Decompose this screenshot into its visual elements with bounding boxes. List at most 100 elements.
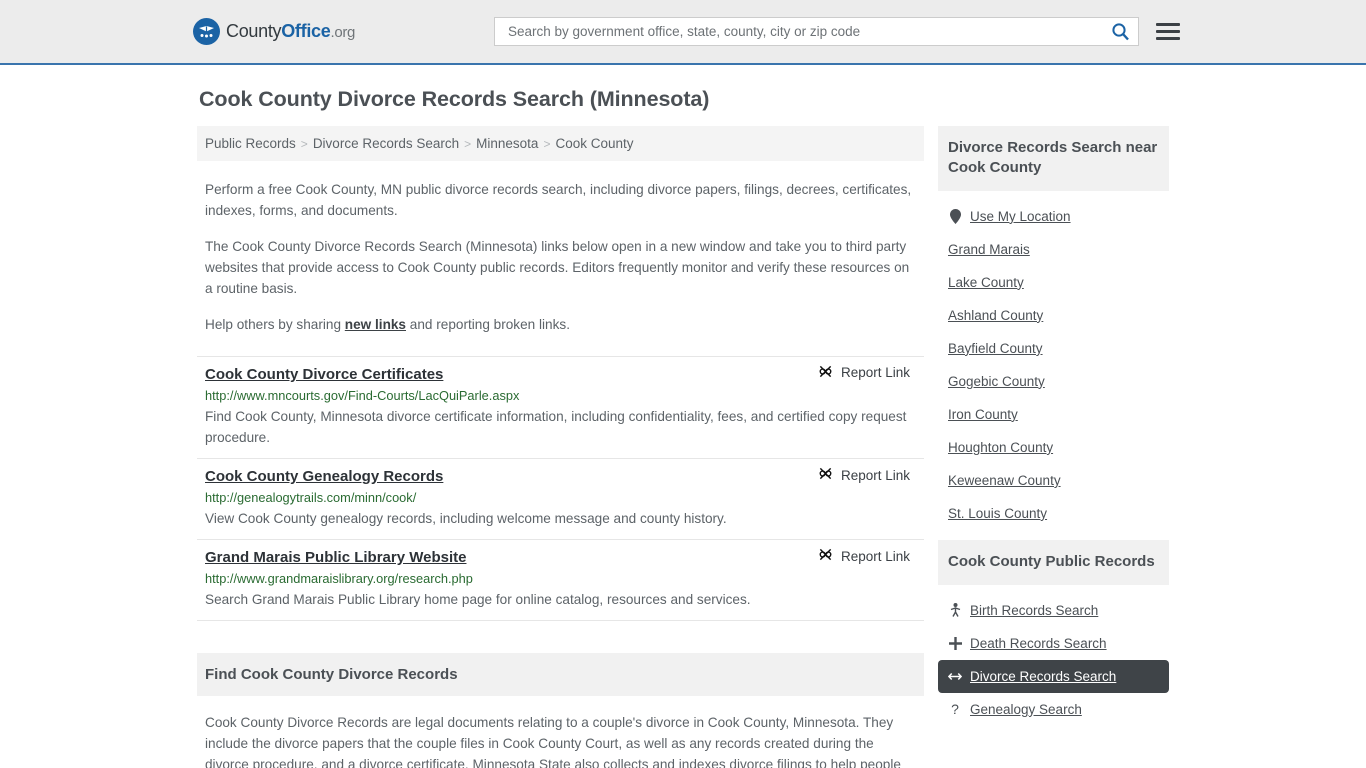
sidebar-item-label[interactable]: Use My Location bbox=[970, 209, 1071, 224]
sidebar-item-divorce-records-search[interactable]: Divorce Records Search bbox=[938, 659, 1169, 693]
resource-url[interactable]: http://genealogytrails.com/minn/cook/ bbox=[205, 490, 916, 505]
sidebar-item-gogebic-county[interactable]: Gogebic County bbox=[938, 365, 1169, 398]
search-input[interactable] bbox=[506, 23, 1111, 40]
chevron-right-icon: > bbox=[300, 136, 308, 151]
resource-title-link[interactable]: Grand Marais Public Library Website bbox=[205, 549, 466, 566]
report-link-button[interactable]: Report Link bbox=[818, 364, 916, 382]
intro-text: Perform a free Cook County, MN public di… bbox=[197, 180, 924, 336]
sidebar-item-label[interactable]: Iron County bbox=[948, 407, 1018, 422]
list-item: Grand Marais Public Library Website Repo… bbox=[197, 540, 924, 622]
sidebar-card-nearby: Divorce Records Search near Cook County … bbox=[938, 126, 1169, 530]
breadcrumb-item-minnesota[interactable]: Minnesota bbox=[476, 136, 538, 151]
page-title: Cook County Divorce Records Search (Minn… bbox=[199, 87, 710, 111]
logo-text: CountyOffice.org bbox=[226, 21, 355, 42]
report-link-label: Report Link bbox=[840, 365, 910, 381]
sidebar-item-houghton-county[interactable]: Houghton County bbox=[938, 431, 1169, 464]
resource-title-link[interactable]: Cook County Genealogy Records bbox=[205, 468, 443, 485]
question-mark-icon: ? bbox=[951, 701, 959, 718]
cross-icon bbox=[948, 636, 962, 650]
sidebar: Divorce Records Search near Cook County … bbox=[938, 126, 1169, 736]
resource-title-link[interactable]: Cook County Divorce Certificates bbox=[205, 366, 443, 383]
sidebar-heading-nearby: Divorce Records Search near Cook County bbox=[938, 126, 1169, 191]
report-link-button[interactable]: Report Link bbox=[818, 547, 916, 565]
sidebar-item-label[interactable]: Death Records Search bbox=[970, 636, 1107, 651]
logo-text-org: .org bbox=[330, 24, 356, 41]
broken-link-icon bbox=[818, 547, 833, 565]
sidebar-item-grand-marais[interactable]: Grand Marais bbox=[938, 233, 1169, 266]
sidebar-item-ashland-county[interactable]: Ashland County bbox=[938, 299, 1169, 332]
chevron-right-icon: > bbox=[464, 136, 472, 151]
sidebar-item-use-my-location[interactable]: Use My Location bbox=[938, 200, 1169, 233]
resource-url[interactable]: http://www.mncourts.gov/Find-Courts/LacQ… bbox=[205, 388, 916, 403]
new-links-link[interactable]: new links bbox=[345, 317, 406, 332]
logo-text-office: Office bbox=[281, 21, 331, 41]
list-item: Cook County Divorce Certificates Report … bbox=[197, 355, 924, 460]
header-search-area bbox=[494, 17, 1180, 46]
sidebar-item-label[interactable]: Divorce Records Search bbox=[970, 669, 1116, 684]
link-row: Cook County Divorce Certificates Report … bbox=[205, 364, 916, 383]
resource-url[interactable]: http://www.grandmaraislibrary.org/resear… bbox=[205, 571, 916, 586]
sidebar-item-label[interactable]: Genealogy Search bbox=[970, 702, 1082, 717]
search-box[interactable] bbox=[494, 17, 1139, 46]
breadcrumb-item-divorce-records-search[interactable]: Divorce Records Search bbox=[313, 136, 459, 151]
sidebar-heading-public-records: Cook County Public Records bbox=[938, 539, 1169, 585]
hamburger-bar bbox=[1156, 37, 1180, 40]
link-row: Grand Marais Public Library Website Repo… bbox=[205, 547, 916, 567]
sidebar-item-label[interactable]: Lake County bbox=[948, 275, 1024, 290]
search-icon[interactable] bbox=[1111, 22, 1130, 41]
broken-link-icon bbox=[818, 466, 833, 484]
sidebar-item-label[interactable]: Houghton County bbox=[948, 440, 1053, 455]
sidebar-nearby-list: Use My Location Grand Marais Lake County… bbox=[938, 200, 1169, 530]
report-link-label: Report Link bbox=[840, 467, 910, 483]
find-records-heading: Find Cook County Divorce Records bbox=[197, 653, 924, 697]
intro-paragraph-3: Help others by sharing new links and rep… bbox=[205, 315, 916, 336]
intro-paragraph-1: Perform a free Cook County, MN public di… bbox=[205, 182, 912, 218]
link-row: Cook County Genealogy Records Report Lin… bbox=[205, 466, 916, 486]
sidebar-item-label[interactable]: Bayfield County bbox=[948, 341, 1043, 356]
sidebar-item-label[interactable]: St. Louis County bbox=[948, 506, 1047, 521]
resource-description: View Cook County genealogy records, incl… bbox=[205, 511, 727, 527]
sidebar-item-lake-county[interactable]: Lake County bbox=[938, 266, 1169, 299]
page-wrapper: Cook County Divorce Records Search (Minn… bbox=[0, 65, 1366, 768]
intro-p3-after: and reporting broken links. bbox=[406, 317, 570, 333]
logo-text-county: County bbox=[226, 21, 282, 41]
sidebar-item-iron-county[interactable]: Iron County bbox=[938, 398, 1169, 431]
site-logo[interactable]: CountyOffice.org bbox=[193, 18, 355, 45]
resource-description: Search Grand Marais Public Library home … bbox=[205, 592, 751, 608]
sidebar-item-death-records-search[interactable]: Death Records Search bbox=[938, 627, 1169, 660]
breadcrumb: Public Records > Divorce Records Search … bbox=[197, 126, 924, 161]
sidebar-item-label[interactable]: Grand Marais bbox=[948, 242, 1030, 257]
eagle-shield-icon bbox=[193, 18, 220, 45]
sidebar-item-label[interactable]: Keweenaw County bbox=[948, 473, 1061, 488]
sidebar-item-keweenaw-county[interactable]: Keweenaw County bbox=[938, 464, 1169, 497]
report-link-button[interactable]: Report Link bbox=[818, 466, 916, 484]
report-link-label: Report Link bbox=[840, 548, 910, 564]
content-columns: Public Records > Divorce Records Search … bbox=[0, 112, 1366, 768]
baby-icon bbox=[948, 603, 962, 618]
sidebar-item-label[interactable]: Ashland County bbox=[948, 308, 1043, 323]
intro-paragraph-2: The Cook County Divorce Records Search (… bbox=[205, 239, 910, 296]
sidebar-item-genealogy-search[interactable]: ? Genealogy Search bbox=[938, 693, 1169, 726]
site-header: CountyOffice.org bbox=[0, 0, 1366, 65]
hamburger-bar bbox=[1156, 23, 1180, 26]
main-column: Public Records > Divorce Records Search … bbox=[197, 126, 924, 768]
sidebar-item-bayfield-county[interactable]: Bayfield County bbox=[938, 332, 1169, 365]
breadcrumb-item-cook-county[interactable]: Cook County bbox=[555, 136, 633, 151]
find-records-body: Cook County Divorce Records are legal do… bbox=[197, 713, 924, 768]
broken-link-icon bbox=[818, 364, 833, 382]
resource-link-list: Cook County Divorce Certificates Report … bbox=[197, 355, 924, 622]
sidebar-item-label[interactable]: Birth Records Search bbox=[970, 603, 1098, 618]
intro-p3-before: Help others by sharing bbox=[205, 317, 345, 333]
sidebar-item-birth-records-search[interactable]: Birth Records Search bbox=[938, 594, 1169, 627]
sidebar-public-records-list: Birth Records Search Death Records Searc… bbox=[938, 594, 1169, 726]
chevron-right-icon: > bbox=[543, 136, 551, 151]
list-item: Cook County Genealogy Records Report Lin… bbox=[197, 459, 924, 541]
sidebar-item-label[interactable]: Gogebic County bbox=[948, 374, 1045, 389]
sidebar-item-st-louis-county[interactable]: St. Louis County bbox=[938, 497, 1169, 530]
hamburger-menu-icon[interactable] bbox=[1156, 23, 1180, 40]
find-records-paragraph: Cook County Divorce Records are legal do… bbox=[205, 715, 901, 768]
breadcrumb-item-public-records[interactable]: Public Records bbox=[205, 136, 296, 151]
split-arrows-icon bbox=[948, 671, 962, 682]
